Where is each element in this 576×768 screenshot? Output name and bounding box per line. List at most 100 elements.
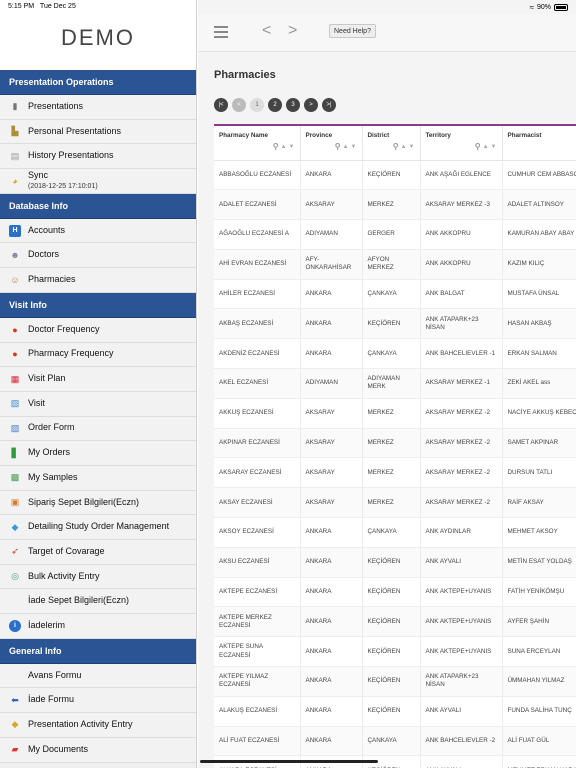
- sidebar-item[interactable]: ◎ Bulk Activity Entry: [0, 564, 196, 590]
- column-header[interactable]: Province ⚲ ▲ ▼: [300, 126, 363, 161]
- column-header[interactable]: Pharmacy Name ⚲ ▲ ▼: [214, 126, 301, 161]
- sidebar-item[interactable]: ▮ Presentations: [0, 95, 196, 120]
- table-cell: DURSUN TATLI: [502, 457, 576, 489]
- sidebar-nav: Presentation Operations ▮ Presentations ▙ Pe…: [0, 70, 196, 763]
- sort-asc-icon[interactable]: ▲: [281, 144, 287, 150]
- sidebar-item[interactable]: ▋ My Orders: [0, 441, 196, 466]
- sort-desc-icon[interactable]: ▼: [409, 144, 415, 150]
- table-cell: ÇANKAYA: [362, 726, 421, 757]
- page-button[interactable]: |<: [214, 98, 228, 112]
- battery-icon: [554, 4, 568, 11]
- sidebar-item[interactable]: ▦ Visit Plan: [0, 367, 196, 392]
- page-button[interactable]: <: [232, 98, 246, 112]
- menu-icon[interactable]: [214, 26, 228, 38]
- sidebar-item[interactable]: ▩ My Samples: [0, 465, 196, 491]
- table-row[interactable]: ABBASOĞLU ECZANESİ ANKARA KEÇİÖREN ANK AŞAĞ…: [214, 160, 576, 191]
- pagination: |< <1 2 3 > >|: [214, 98, 336, 112]
- sort-asc-icon[interactable]: ▲: [483, 144, 489, 150]
- table-row[interactable]: AKBAŞ ECZANESİ ANKARA KEÇİÖREN ANK ATAPARK+…: [214, 308, 576, 340]
- table-row[interactable]: ALİ FUAT ECZANESİ ANKARA ÇANKAYA ANK BAHCEL…: [214, 726, 576, 757]
- sidebar-item[interactable]: ➶ Target of Covarage: [0, 540, 196, 565]
- column-header[interactable]: Pharmacist ⚲▲▼: [502, 126, 576, 161]
- search-icon[interactable]: ⚲: [273, 142, 279, 151]
- table-cell: ANK AŞAĞI EGLENCE: [420, 160, 503, 191]
- table-row[interactable]: AKTEPE MERKEZ ECZANESİ ANKARA KEÇİÖREN ANK …: [214, 606, 576, 638]
- page-button[interactable]: >: [304, 98, 318, 112]
- need-help-button[interactable]: Need Help?: [329, 24, 376, 38]
- forward-arrow-button[interactable]: >: [288, 22, 297, 40]
- sidebar-item[interactable]: ◆ Presentation Activity Entry: [0, 713, 196, 738]
- search-icon[interactable]: ⚲: [475, 142, 481, 151]
- table-row[interactable]: AKSU ECZANESİ ANKARA KEÇİÖREN ANK AYVALI MET…: [214, 547, 576, 578]
- sidebar-item[interactable]: İade Sepet Bilgileri(Eczn): [0, 589, 196, 615]
- sort-asc-icon[interactable]: ▲: [401, 144, 407, 150]
- sidebar-item[interactable]: ☺ Pharmacies: [0, 268, 196, 293]
- column-header[interactable]: Territory ⚲ ▲ ▼: [420, 126, 503, 161]
- table-row[interactable]: ALAKUŞ ECZANESİ ANKARA KEÇİÖREN ANK AYVALI F…: [214, 696, 576, 727]
- sidebar-item[interactable]: ▣ Sipariş Sepet Bilgileri(Eczn): [0, 490, 196, 516]
- pharmacies-table-container[interactable]: Pharmacy Name ⚲ ▲ ▼ Province ⚲ ▲ ▼ District ⚲ ▲ ▼ Te…: [214, 124, 576, 768]
- table-cell: MUSTAFA ÜNSAL: [502, 279, 576, 310]
- sidebar-item-label-wrap: History Presentations: [28, 150, 114, 161]
- table-row[interactable]: AKTEPE ECZANESİ ANKARA KEÇİÖREN ANK AKTEPE+…: [214, 577, 576, 608]
- sidebar-item-label: Accounts: [28, 224, 66, 235]
- sidebar-item[interactable]: ◆ Detailing Study Order Management: [0, 515, 196, 540]
- sidebar-item[interactable]: ⬅ İade Formu: [0, 688, 196, 714]
- page-button[interactable]: 3: [286, 98, 300, 112]
- sidebar-item[interactable]: ▰ My Documents: [0, 737, 196, 763]
- sidebar-item[interactable]: ● Pharmacy Frequency: [0, 342, 196, 368]
- sidebar-item[interactable]: i İadelerim: [0, 614, 196, 639]
- sidebar-item[interactable]: ▨ Order Form: [0, 416, 196, 442]
- table-row[interactable]: AKSOY ECZANESİ ANKARA ÇANKAYA ANK AYDINLAR M…: [214, 517, 576, 548]
- sidebar-item[interactable]: H Accounts: [0, 218, 196, 244]
- sidebar-item[interactable]: ◕ Sync (2018-12-25 17:10:01): [0, 169, 196, 194]
- table-cell: KAMURAN ABAY ABAY: [502, 219, 576, 250]
- table-row[interactable]: AKDENİZ ECZANESİ ANKARA ÇANKAYA ANK BAHCELI…: [214, 338, 576, 370]
- section-header: General Info: [0, 638, 196, 664]
- page-button[interactable]: 2: [268, 98, 282, 112]
- sort-desc-icon[interactable]: ▼: [491, 144, 497, 150]
- page-button[interactable]: >|: [322, 98, 336, 112]
- table-cell: AKEL ECZANESİ: [214, 368, 301, 399]
- sidebar-item-label-wrap: Bulk Activity Entry: [28, 571, 100, 582]
- sidebar-item[interactable]: ▤ History Presentations: [0, 144, 196, 170]
- table-row[interactable]: ADALET ECZANESİ AKSARAY MERKEZ AKSARAY MERK…: [214, 189, 576, 221]
- table-row[interactable]: AĞAOĞLU ECZANESİ A ADIYAMAN GERGER ANK AKKO…: [214, 219, 576, 250]
- page-button[interactable]: 1: [250, 98, 264, 112]
- sidebar-item[interactable]: Avans Formu: [0, 663, 196, 689]
- table-row[interactable]: AKKUŞ ECZANESİ AKSARAY MERKEZ AKSARAY MERKE…: [214, 398, 576, 429]
- column-header[interactable]: District ⚲ ▲ ▼: [362, 126, 421, 161]
- sidebar-item-label-wrap: Pharmacy Frequency: [28, 348, 114, 359]
- table-cell: KEÇİÖREN: [362, 547, 421, 578]
- back-arrow-button[interactable]: <: [262, 22, 271, 40]
- main-content: < > Need Help? Pharmacies |< <1 2 3 > >| Phar…: [198, 0, 576, 768]
- search-icon[interactable]: ⚲: [393, 142, 399, 151]
- bulk-activity-icon: ◎: [11, 571, 19, 582]
- table-cell: FUNDA SALİHA TUNÇ: [502, 696, 576, 727]
- home-indicator[interactable]: [200, 760, 378, 763]
- sort-desc-icon[interactable]: ▼: [351, 144, 357, 150]
- table-row[interactable]: AHİ EVRAN ECZANESİ AFY-ONKARAHİSAR AFYON M…: [214, 249, 576, 280]
- sidebar-item[interactable]: ☻ Doctors: [0, 243, 196, 269]
- table-row[interactable]: AKPINAR ECZANESİ AKSARAY MERKEZ AKSARAY MER…: [214, 428, 576, 459]
- search-icon[interactable]: ⚲: [335, 142, 341, 151]
- table-cell: AKSARAY MERKEZ -2: [420, 457, 503, 489]
- column-header-label: Pharmacy Name: [219, 132, 269, 139]
- sidebar-item-label: Target of Covarage: [28, 545, 105, 556]
- table-cell: MERKEZ: [362, 189, 421, 221]
- table-row[interactable]: AKTEPE YILMAZ ECZANESİ ANKARA KEÇİÖREN ANK …: [214, 666, 576, 697]
- table-row[interactable]: AKEL ECZANESİ ADIYAMAN ADIYAMAN MERK AKSARA…: [214, 368, 576, 399]
- sidebar-item[interactable]: ▧ Visit: [0, 391, 196, 417]
- info-icon: i: [9, 619, 21, 632]
- table-row[interactable]: AKSARAY ECZANESİ AKSARAY MERKEZ AKSARAY MER…: [214, 457, 576, 489]
- sidebar-item[interactable]: ▙ Personal Presentations: [0, 119, 196, 145]
- table-cell: KEÇİÖREN: [362, 666, 421, 697]
- sort-asc-icon[interactable]: ▲: [343, 144, 349, 150]
- table-row[interactable]: AKSAY ECZANESİ AKSARAY MERKEZ AKSARAY MERKE…: [214, 487, 576, 519]
- sidebar-item[interactable]: ● Doctor Frequency: [0, 317, 196, 343]
- table-row[interactable]: AHİLER ECZANESİ ANKARA ÇANKAYA ANK BALGAT MU…: [214, 279, 576, 310]
- sidebar-item-label-wrap: Doctor Frequency: [28, 324, 100, 335]
- table-cell: MEHMET ERKAN KARA: [502, 755, 576, 768]
- sort-desc-icon[interactable]: ▼: [289, 144, 295, 150]
- table-row[interactable]: AKTEPE SUNA ECZANESİ ANKARA KEÇİÖREN ANK AK…: [214, 636, 576, 668]
